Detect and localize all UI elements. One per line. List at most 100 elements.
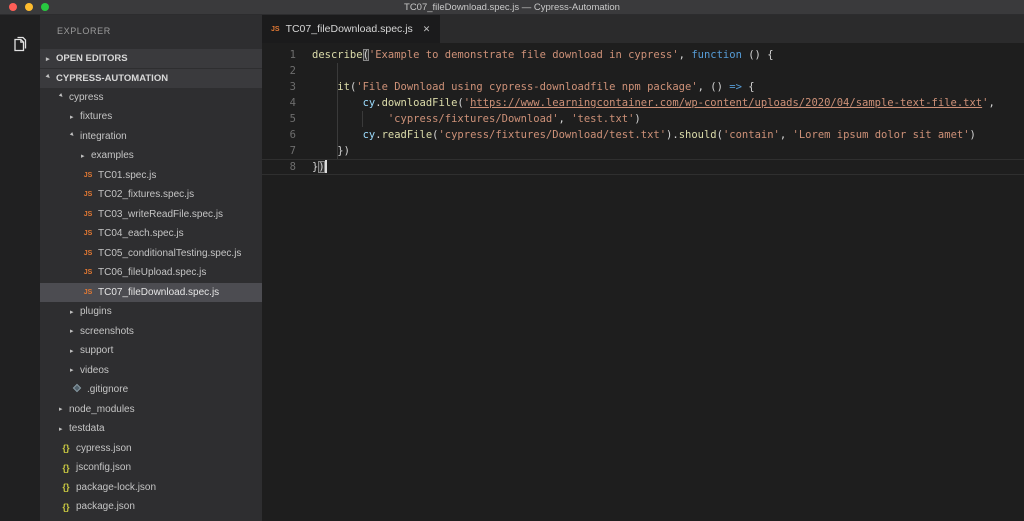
code-editor[interactable]: 1 describe('Example to demonstrate file d… <box>262 43 1024 521</box>
title-bar: TC07_fileDownload.spec.js — Cypress-Auto… <box>0 0 1024 15</box>
line-content <box>296 63 312 79</box>
code-token: 'File Download using cypress-downloadfil… <box>356 81 698 93</box>
js-file-icon: JS <box>83 288 93 296</box>
line-number: 8 <box>289 161 296 173</box>
chevron-right-icon: ▸ <box>59 425 63 433</box>
tree-item-testdata[interactable]: ▸ testdata <box>40 419 262 439</box>
tree-item-package-json[interactable]: {} package.json <box>40 497 262 517</box>
files-icon <box>14 36 27 52</box>
chevron-right-icon: ▸ <box>59 406 63 414</box>
tree-item-examples[interactable]: ▸ examples <box>40 146 262 166</box>
tree-item-label: cypress.json <box>76 442 132 454</box>
json-file-icon: {} <box>62 501 70 512</box>
tree-item-tc07-filedownload-spec-js[interactable]: JS TC07_fileDownload.spec.js <box>40 282 262 302</box>
code-token: 'cypress/fixtures/Download/test.txt' <box>438 129 667 141</box>
tree-item-label: package.json <box>76 501 135 513</box>
tree-item-label: jsconfig.json <box>76 462 132 474</box>
line-content: }) <box>296 159 327 175</box>
tree-item-node-modules[interactable]: ▸ node_modules <box>40 400 262 420</box>
tree-item-label: TC07_fileDownload.spec.js <box>98 286 220 298</box>
code-line-8[interactable]: 8}) <box>262 159 1024 175</box>
activity-bar <box>0 15 40 521</box>
line-content: cy.downloadFile('https://www.learningcon… <box>296 95 995 111</box>
code-token: describe <box>312 49 363 61</box>
link-text: https://www.learningcontainer.com/wp-con… <box>470 97 983 109</box>
tree-item-videos[interactable]: ▸ videos <box>40 361 262 381</box>
tree-item-jsconfig-json[interactable]: {} jsconfig.json <box>40 458 262 478</box>
code-token: , <box>678 49 692 61</box>
tree-item-label: integration <box>80 130 127 142</box>
tree-item-gitignore[interactable]: .gitignore <box>40 380 262 400</box>
tree-item-label: testdata <box>69 423 105 435</box>
tree-item-label: TC06_fileUpload.spec.js <box>98 267 207 279</box>
tree-item-screenshots[interactable]: ▸ screenshots <box>40 322 262 342</box>
tree-item-tc02-fixtures-spec-js[interactable]: JS TC02_fixtures.spec.js <box>40 185 262 205</box>
code-token: , <box>779 129 793 141</box>
line-content: it('File Download using cypress-download… <box>296 79 754 95</box>
tab-bar: JS TC07_fileDownload.spec.js ✕ <box>262 15 1024 43</box>
line-number: 4 <box>289 97 296 109</box>
line-number: 1 <box>289 49 296 61</box>
section-label: OPEN EDITORS <box>56 53 128 64</box>
code-line-3[interactable]: 3 it('File Download using cypress-downlo… <box>262 79 1024 95</box>
code-token: 'contain' <box>722 129 780 141</box>
code-line-6[interactable]: 6 cy.readFile('cypress/fixtures/Download… <box>262 127 1024 143</box>
tree-item-label: .gitignore <box>87 384 129 396</box>
code-token: readFile <box>381 129 433 141</box>
tree-item-fixtures[interactable]: ▸ fixtures <box>40 107 262 127</box>
tree-item-support[interactable]: ▸ support <box>40 341 262 361</box>
tree-item-label: support <box>80 345 114 357</box>
line-number: 6 <box>289 129 296 141</box>
section-cypress-automation[interactable]: ▸ CYPRESS-AUTOMATION <box>40 68 262 88</box>
code-token: ). <box>666 129 679 141</box>
json-file-icon: {} <box>62 462 70 473</box>
code-line-7[interactable]: 7 }) <box>262 143 1024 159</box>
json-file-icon: {} <box>62 443 70 454</box>
line-number: 3 <box>289 81 296 93</box>
code-token: 'Lorem ipsum dolor sit amet' <box>792 129 970 141</box>
code-token: , <box>988 97 995 109</box>
code-token: 'Example to demonstrate file download in… <box>368 49 679 61</box>
close-tab-icon[interactable]: ✕ <box>423 24 431 35</box>
tree-item-label: TC02_fixtures.spec.js <box>98 189 195 201</box>
code-token: it <box>337 81 350 93</box>
code-token: cy <box>362 97 376 109</box>
tree-item-cypress[interactable]: ▸ cypress <box>40 88 262 108</box>
tree-item-tc01-spec-js[interactable]: JS TC01.spec.js <box>40 166 262 186</box>
code-token: , () <box>697 81 730 93</box>
line-content: describe('Example to demonstrate file do… <box>296 47 774 63</box>
editor-group: JS TC07_fileDownload.spec.js ✕ 1 describe… <box>262 15 1024 521</box>
tree-item-cypress-json[interactable]: {} cypress.json <box>40 439 262 459</box>
code-token: ) <box>634 113 641 125</box>
code-token: function <box>691 49 742 61</box>
explorer-icon[interactable] <box>0 25 40 63</box>
tree-item-plugins[interactable]: ▸ plugins <box>40 302 262 322</box>
tree-item-tc03-writereadfile-spec-js[interactable]: JS TC03_writeReadFile.spec.js <box>40 205 262 225</box>
code-token: }) <box>312 145 350 157</box>
chevron-right-icon: ▸ <box>70 367 74 375</box>
tab-tc07-filedownload[interactable]: JS TC07_fileDownload.spec.js ✕ <box>262 15 441 43</box>
tree-item-tc04-each-spec-js[interactable]: JS TC04_each.spec.js <box>40 224 262 244</box>
code-line-5[interactable]: 5 'cypress/fixtures/Download', 'test.txt… <box>262 111 1024 127</box>
tree-item-label: package-lock.json <box>76 481 157 493</box>
tree-item-integration[interactable]: ▸ integration <box>40 127 262 147</box>
code-line-2[interactable]: 2 <box>262 63 1024 79</box>
tree-item-package-lock-json[interactable]: {} package-lock.json <box>40 478 262 498</box>
section-open-editors[interactable]: ▸ OPEN EDITORS <box>40 49 262 68</box>
line-content: 'cypress/fixtures/Download', 'test.txt') <box>296 111 641 127</box>
tree-item-label: TC04_each.spec.js <box>98 228 184 240</box>
tree-item-tc05-conditionaltesting-spec-js[interactable]: JS TC05_conditionalTesting.spec.js <box>40 244 262 264</box>
code-token: => <box>729 81 742 93</box>
tree-item-label: examples <box>91 150 134 162</box>
tree-item-tc06-fileupload-spec-js[interactable]: JS TC06_fileUpload.spec.js <box>40 263 262 283</box>
js-file-icon: JS <box>83 230 93 238</box>
chevron-right-icon: ▸ <box>70 308 74 316</box>
js-file-icon: JS <box>83 191 93 199</box>
line-content: }) <box>296 143 350 159</box>
code-line-4[interactable]: 4 cy.downloadFile('https://www.learningc… <box>262 95 1024 111</box>
js-file-icon: JS <box>83 171 93 179</box>
code-line-1[interactable]: 1 describe('Example to demonstrate file d… <box>262 47 1024 63</box>
